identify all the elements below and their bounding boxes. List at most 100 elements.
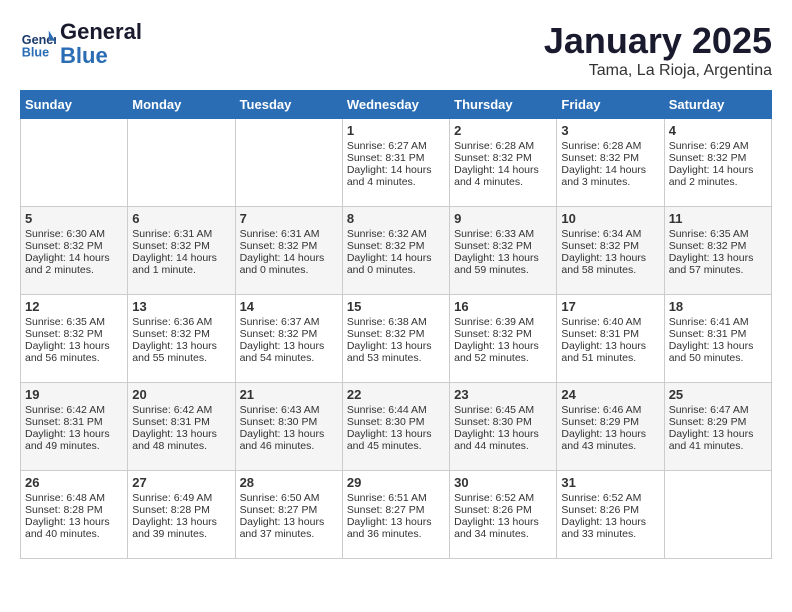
day-info: Sunrise: 6:44 AM xyxy=(347,404,445,416)
day-number: 10 xyxy=(561,211,659,226)
day-info: Sunrise: 6:30 AM xyxy=(25,228,123,240)
logo: General Blue General Blue xyxy=(20,20,142,68)
weekday-header: Saturday xyxy=(664,91,771,119)
day-info: Sunrise: 6:34 AM xyxy=(561,228,659,240)
calendar-cell: 21Sunrise: 6:43 AMSunset: 8:30 PMDayligh… xyxy=(235,383,342,471)
calendar-cell xyxy=(128,119,235,207)
day-info: Daylight: 13 hours xyxy=(240,428,338,440)
day-number: 27 xyxy=(132,475,230,490)
calendar-cell: 5Sunrise: 6:30 AMSunset: 8:32 PMDaylight… xyxy=(21,207,128,295)
calendar-week-row: 5Sunrise: 6:30 AMSunset: 8:32 PMDaylight… xyxy=(21,207,772,295)
day-number: 15 xyxy=(347,299,445,314)
day-info: Sunrise: 6:52 AM xyxy=(454,492,552,504)
day-info: Daylight: 13 hours xyxy=(454,428,552,440)
day-info: Sunset: 8:32 PM xyxy=(25,328,123,340)
day-info: and 0 minutes. xyxy=(347,264,445,276)
day-info: Sunset: 8:32 PM xyxy=(669,240,767,252)
day-info: Daylight: 13 hours xyxy=(347,428,445,440)
calendar-cell xyxy=(664,471,771,559)
day-info: and 49 minutes. xyxy=(25,440,123,452)
day-number: 31 xyxy=(561,475,659,490)
day-info: Daylight: 13 hours xyxy=(347,516,445,528)
calendar-cell: 18Sunrise: 6:41 AMSunset: 8:31 PMDayligh… xyxy=(664,295,771,383)
day-number: 13 xyxy=(132,299,230,314)
day-info: Sunrise: 6:48 AM xyxy=(25,492,123,504)
title-block: January 2025 Tama, La Rioja, Argentina xyxy=(544,20,772,80)
day-info: Daylight: 13 hours xyxy=(132,428,230,440)
day-info: Daylight: 14 hours xyxy=(132,252,230,264)
day-info: Sunrise: 6:42 AM xyxy=(25,404,123,416)
day-number: 8 xyxy=(347,211,445,226)
day-info: Daylight: 13 hours xyxy=(132,516,230,528)
page-header: General Blue General Blue January 2025 T… xyxy=(20,20,772,80)
day-info: Daylight: 13 hours xyxy=(240,516,338,528)
day-info: and 37 minutes. xyxy=(240,528,338,540)
weekday-header: Monday xyxy=(128,91,235,119)
day-info: and 2 minutes. xyxy=(669,176,767,188)
day-info: Daylight: 13 hours xyxy=(454,252,552,264)
day-info: and 39 minutes. xyxy=(132,528,230,540)
day-info: Sunrise: 6:49 AM xyxy=(132,492,230,504)
day-info: Sunset: 8:28 PM xyxy=(25,504,123,516)
day-info: Daylight: 13 hours xyxy=(454,516,552,528)
day-info: Sunrise: 6:28 AM xyxy=(454,140,552,152)
day-info: Sunset: 8:32 PM xyxy=(561,152,659,164)
logo-line2: Blue xyxy=(60,44,142,68)
day-info: and 59 minutes. xyxy=(454,264,552,276)
day-number: 16 xyxy=(454,299,552,314)
day-number: 5 xyxy=(25,211,123,226)
calendar-cell: 8Sunrise: 6:32 AMSunset: 8:32 PMDaylight… xyxy=(342,207,449,295)
calendar-cell: 16Sunrise: 6:39 AMSunset: 8:32 PMDayligh… xyxy=(450,295,557,383)
day-info: Daylight: 13 hours xyxy=(669,340,767,352)
day-number: 26 xyxy=(25,475,123,490)
calendar-cell: 1Sunrise: 6:27 AMSunset: 8:31 PMDaylight… xyxy=(342,119,449,207)
day-info: Sunrise: 6:37 AM xyxy=(240,316,338,328)
day-info: and 48 minutes. xyxy=(132,440,230,452)
calendar-cell: 15Sunrise: 6:38 AMSunset: 8:32 PMDayligh… xyxy=(342,295,449,383)
day-number: 21 xyxy=(240,387,338,402)
day-info: and 54 minutes. xyxy=(240,352,338,364)
day-number: 22 xyxy=(347,387,445,402)
day-info: Daylight: 13 hours xyxy=(25,340,123,352)
day-info: Sunrise: 6:39 AM xyxy=(454,316,552,328)
day-info: Sunset: 8:32 PM xyxy=(454,152,552,164)
day-info: Sunset: 8:32 PM xyxy=(132,240,230,252)
day-info: Sunrise: 6:38 AM xyxy=(347,316,445,328)
day-info: Daylight: 13 hours xyxy=(240,340,338,352)
day-info: and 40 minutes. xyxy=(25,528,123,540)
day-info: Sunrise: 6:27 AM xyxy=(347,140,445,152)
day-info: Sunset: 8:27 PM xyxy=(347,504,445,516)
day-info: and 34 minutes. xyxy=(454,528,552,540)
day-number: 25 xyxy=(669,387,767,402)
calendar-cell: 26Sunrise: 6:48 AMSunset: 8:28 PMDayligh… xyxy=(21,471,128,559)
day-info: Sunset: 8:26 PM xyxy=(454,504,552,516)
day-number: 14 xyxy=(240,299,338,314)
day-info: Sunset: 8:27 PM xyxy=(240,504,338,516)
day-info: Sunrise: 6:41 AM xyxy=(669,316,767,328)
day-number: 7 xyxy=(240,211,338,226)
day-info: and 36 minutes. xyxy=(347,528,445,540)
day-info: and 4 minutes. xyxy=(454,176,552,188)
day-number: 3 xyxy=(561,123,659,138)
day-info: Daylight: 14 hours xyxy=(240,252,338,264)
day-info: and 33 minutes. xyxy=(561,528,659,540)
day-number: 1 xyxy=(347,123,445,138)
day-number: 12 xyxy=(25,299,123,314)
day-number: 6 xyxy=(132,211,230,226)
calendar-cell: 13Sunrise: 6:36 AMSunset: 8:32 PMDayligh… xyxy=(128,295,235,383)
day-info: Daylight: 13 hours xyxy=(561,252,659,264)
calendar-week-row: 26 Sunrise: 6:48 AMSunset: 8:28 PM Dayligh… xyxy=(21,471,772,559)
day-number: 24 xyxy=(561,387,659,402)
day-info: Sunset: 8:30 PM xyxy=(240,416,338,428)
weekday-header: Thursday xyxy=(450,91,557,119)
day-info: Daylight: 13 hours xyxy=(347,340,445,352)
day-info: and 2 minutes. xyxy=(25,264,123,276)
calendar-cell: 25Sunrise: 6:47 AMSunset: 8:29 PMDayligh… xyxy=(664,383,771,471)
calendar-cell: 31Sunrise: 6:52 AMSunset: 8:26 PMDayligh… xyxy=(557,471,664,559)
day-info: and 53 minutes. xyxy=(347,352,445,364)
day-number: 2 xyxy=(454,123,552,138)
svg-text:Blue: Blue xyxy=(22,46,49,60)
day-info: Sunset: 8:30 PM xyxy=(347,416,445,428)
day-info: and 46 minutes. xyxy=(240,440,338,452)
day-info: Daylight: 13 hours xyxy=(561,428,659,440)
